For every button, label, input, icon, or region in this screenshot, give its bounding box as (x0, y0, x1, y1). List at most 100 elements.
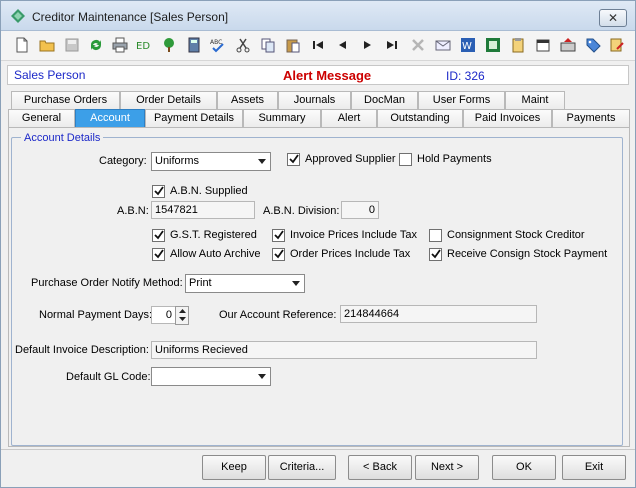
checkbox-box (152, 247, 165, 261)
category-value: Uniforms (155, 155, 200, 167)
tab-order-details[interactable]: Order Details (120, 91, 217, 109)
clipboard-icon[interactable] (509, 36, 527, 54)
consignment-creditor-label: Consignment Stock Creditor (447, 229, 585, 241)
abn-supplied-label: A.B.N. Supplied (170, 185, 248, 197)
tree-icon[interactable] (160, 36, 178, 54)
po-notify-label: Purchase Order Notify Method: (31, 277, 183, 289)
paste-icon[interactable] (284, 36, 302, 54)
allow-auto-archive-checkbox[interactable]: Allow Auto Archive (152, 247, 261, 261)
gl-code-select[interactable] (151, 367, 271, 386)
checkbox-box (429, 247, 442, 261)
invoice-prices-tax-checkbox[interactable]: Invoice Prices Include Tax (272, 228, 417, 242)
previous-record-icon[interactable] (334, 36, 352, 54)
checkbox-box (272, 228, 285, 242)
tab-purchase-orders[interactable]: Purchase Orders (11, 91, 120, 109)
next-button[interactable]: Next > (415, 455, 479, 480)
info-bar: Sales Person Alert Message ID: 326 (7, 65, 629, 85)
open-folder-icon[interactable] (38, 36, 56, 54)
payment-days-spinner[interactable] (175, 306, 189, 325)
checkbox-box (152, 228, 165, 242)
keyboard-icon[interactable] (559, 36, 577, 54)
hold-payments-checkbox[interactable]: Hold Payments (399, 152, 492, 166)
category-select[interactable]: Uniforms (151, 152, 271, 171)
checkbox-box (272, 247, 285, 261)
tab-account[interactable]: Account (75, 109, 145, 127)
cut-icon[interactable] (234, 36, 252, 54)
svg-text:W: W (462, 41, 472, 52)
last-record-icon[interactable] (383, 36, 401, 54)
print-icon[interactable] (111, 36, 129, 54)
alert-message[interactable]: Alert Message (283, 68, 371, 83)
tab-summary[interactable]: Summary (243, 109, 321, 127)
svg-text:ABC: ABC (210, 39, 222, 46)
chevron-down-icon (254, 153, 270, 170)
save-icon[interactable] (63, 36, 81, 54)
checkbox-box (429, 228, 442, 242)
creditor-maintenance-window: Creditor Maintenance [Sales Person] ✕ ED… (0, 0, 636, 488)
checkbox-box (399, 152, 412, 166)
tab-journals[interactable]: Journals (278, 91, 351, 109)
tab-payment-details[interactable]: Payment Details (145, 109, 243, 127)
next-record-icon[interactable] (358, 36, 376, 54)
abn-supplied-checkbox[interactable]: A.B.N. Supplied (152, 184, 248, 198)
exit-button[interactable]: Exit (562, 455, 626, 480)
tab-docman[interactable]: DocMan (351, 91, 418, 109)
gst-registered-checkbox[interactable]: G.S.T. Registered (152, 228, 257, 242)
abn-field[interactable]: 1547821 (151, 201, 255, 219)
po-notify-value: Print (189, 277, 212, 289)
record-type-label: Sales Person (14, 68, 86, 82)
tab-outstanding[interactable]: Outstanding (377, 109, 463, 127)
po-notify-select[interactable]: Print (185, 274, 305, 293)
checkbox-box (152, 184, 165, 198)
tab-assets[interactable]: Assets (217, 91, 278, 109)
allow-auto-archive-label: Allow Auto Archive (170, 248, 261, 260)
account-details-label: Account Details (21, 132, 104, 144)
word-icon[interactable]: W (459, 36, 477, 54)
tab-general[interactable]: General (8, 109, 75, 127)
close-button[interactable]: ✕ (599, 9, 627, 27)
tab-payments[interactable]: Payments (552, 109, 630, 127)
email-icon[interactable] (434, 36, 452, 54)
payment-days-field[interactable]: 0 (151, 306, 176, 324)
approved-supplier-label: Approved Supplier (305, 153, 396, 165)
spin-down-icon[interactable] (176, 315, 188, 323)
edit-id-icon[interactable]: ED (135, 36, 153, 54)
new-document-icon[interactable] (13, 36, 31, 54)
approved-supplier-checkbox[interactable]: Approved Supplier (287, 152, 396, 166)
ok-button[interactable]: OK (492, 455, 556, 480)
invoice-desc-field[interactable]: Uniforms Recieved (151, 341, 537, 359)
toolbar: ED ABC W (1, 31, 635, 61)
excel-icon[interactable] (484, 36, 502, 54)
app-icon (11, 9, 25, 23)
account-details-group (11, 137, 623, 446)
tab-user-forms[interactable]: User Forms (418, 91, 505, 109)
window-title: Creditor Maintenance [Sales Person] (32, 10, 229, 24)
tab-alert[interactable]: Alert (321, 109, 377, 127)
tab-maint[interactable]: Maint (505, 91, 565, 109)
record-id: ID: 326 (446, 69, 485, 83)
keep-button[interactable]: Keep (202, 455, 266, 480)
first-record-icon[interactable] (309, 36, 327, 54)
back-button[interactable]: < Back (348, 455, 412, 480)
order-prices-tax-checkbox[interactable]: Order Prices Include Tax (272, 247, 410, 261)
checkbox-box (287, 152, 300, 166)
tab-paid-invoices[interactable]: Paid Invoices (463, 109, 552, 127)
abn-division-label: A.B.N. Division: (263, 205, 340, 217)
payment-days-label: Normal Payment Days: (39, 309, 153, 321)
delete-icon[interactable] (409, 36, 427, 54)
account-ref-field[interactable]: 214844664 (340, 305, 537, 323)
spin-up-icon[interactable] (176, 307, 188, 315)
tag-icon[interactable] (584, 36, 602, 54)
copy-icon[interactable] (259, 36, 277, 54)
edit-note-icon[interactable] (608, 36, 626, 54)
abn-label: A.B.N: (117, 205, 149, 217)
refresh-icon[interactable] (87, 36, 105, 54)
category-label: Category: (99, 155, 147, 167)
consignment-creditor-checkbox[interactable]: Consignment Stock Creditor (429, 228, 585, 242)
spellcheck-icon[interactable]: ABC (209, 36, 227, 54)
abn-division-field[interactable]: 0 (341, 201, 379, 219)
calculator-icon[interactable] (185, 36, 203, 54)
calendar-icon[interactable] (534, 36, 552, 54)
receive-consign-payment-checkbox[interactable]: Receive Consign Stock Payment (429, 247, 607, 261)
criteria-button[interactable]: Criteria... (268, 455, 336, 480)
